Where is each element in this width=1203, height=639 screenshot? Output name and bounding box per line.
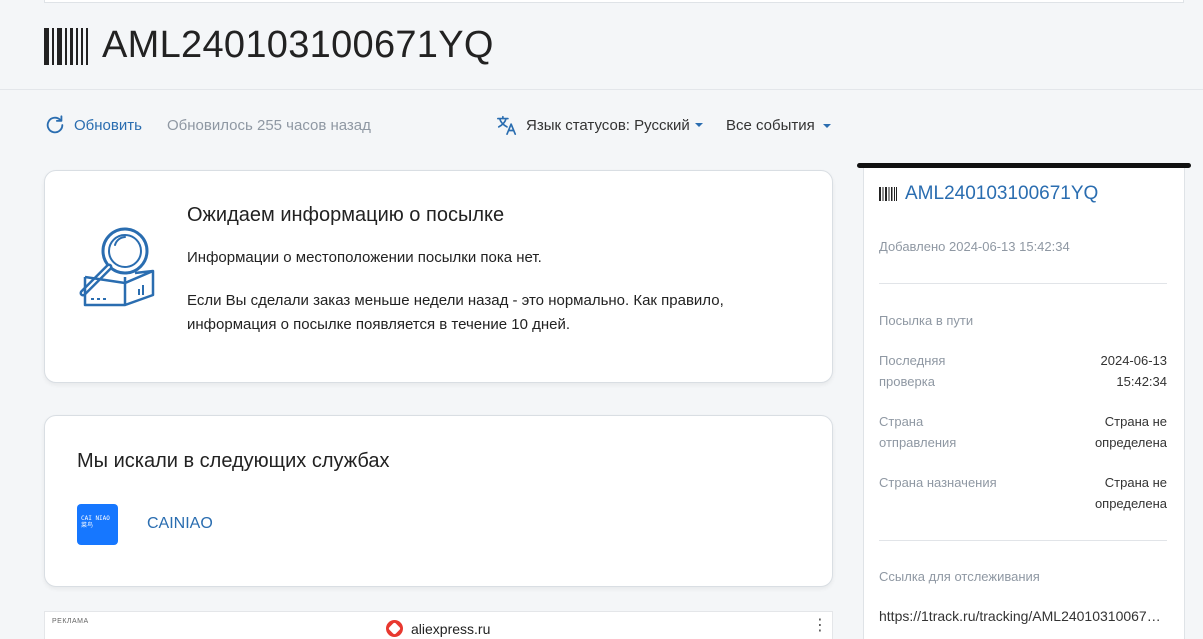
status-language-dropdown[interactable]: Язык статусов: Русский — [496, 114, 703, 136]
refresh-button[interactable]: Обновить — [44, 114, 142, 136]
tracking-link-label: Ссылка для отслеживания — [879, 569, 1040, 584]
magnifier-box-icon — [79, 227, 155, 307]
events-filter-label: Все события — [726, 117, 815, 134]
info-card-line1: Информации о местоположении посылки пока… — [187, 249, 542, 266]
events-filter-dropdown[interactable]: Все события — [726, 117, 831, 134]
toolbar: Обновить Обновилось 255 часов назад Язык… — [44, 114, 844, 138]
info-card-line2: Если Вы сделали заказ меньше недели наза… — [187, 292, 724, 333]
updated-text: Обновилось 255 часов назад — [167, 117, 371, 134]
divider — [879, 540, 1167, 541]
destination-country-value: Страна не определена — [1094, 475, 1167, 511]
parcel-summary-panel: AML240103100671YQ Добавлено 2024-06-13 1… — [857, 163, 1191, 639]
sidebar-tracking-number: AML240103100671YQ — [905, 183, 1099, 204]
barcode-icon — [44, 28, 88, 65]
ad-label: РЕКЛАМА — [52, 618, 89, 625]
carrier-link-cainiao[interactable]: CAINIAO — [147, 515, 213, 533]
searched-services-card: Мы искали в следующих службах CAI NIAO菜鸟… — [44, 415, 833, 587]
origin-country-value: Страна не определена — [1094, 414, 1167, 450]
parcel-status: Посылка в пути — [879, 313, 974, 328]
divider — [879, 283, 1167, 284]
tracking-number-title: AML240103100671YQ — [102, 24, 494, 66]
cainiao-logo: CAI NIAO菜鸟 — [77, 504, 118, 545]
added-date: Добавлено 2024-06-13 15:42:34 — [879, 239, 1070, 254]
chevron-down-icon — [822, 124, 831, 129]
ad-site[interactable]: aliexpress.ru — [411, 621, 490, 637]
tracking-link[interactable]: https://1track.ru/tracking/AML2401031006… — [879, 608, 1167, 624]
status-language-label: Язык статусов: Русский — [526, 116, 690, 134]
chevron-down-icon — [694, 123, 703, 127]
origin-country-row: Страна отправления Страна не определена — [879, 411, 1167, 453]
info-card-title: Ожидаем информацию о посылке — [187, 204, 505, 226]
barcode-icon — [879, 187, 897, 201]
refresh-icon — [46, 115, 64, 134]
more-vertical-icon[interactable]: ⋮ — [812, 618, 828, 634]
awaiting-info-card: Ожидаем информацию о посылке Информации … — [44, 170, 833, 383]
panel-top-bar — [857, 163, 1191, 168]
services-card-title: Мы искали в следующих службах — [77, 450, 390, 472]
last-check-label: Последняя проверка — [879, 353, 946, 389]
destination-country-label: Страна назначения — [879, 475, 997, 490]
last-check-row: Последняя проверка 2024-06-13 15:42:34 — [879, 350, 1167, 392]
aliexpress-logo-icon — [386, 620, 403, 637]
refresh-label: Обновить — [74, 116, 142, 134]
translate-icon — [497, 115, 517, 135]
sidebar-tracking: AML240103100671YQ — [879, 183, 1098, 205]
ad-banner[interactable]: РЕКЛАМА aliexpress.ru ⋮ — [44, 611, 833, 639]
origin-country-label: Страна отправления — [879, 414, 957, 450]
destination-country-row: Страна назначения Страна не определена — [879, 472, 1167, 514]
page-header: AML240103100671YQ — [0, 0, 1203, 90]
last-check-value: 2024-06-13 15:42:34 — [1100, 353, 1168, 389]
